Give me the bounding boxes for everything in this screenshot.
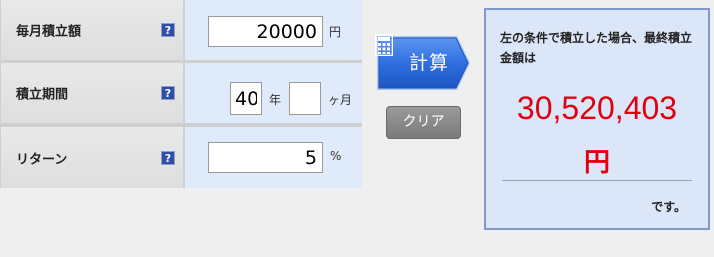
- period-years-input[interactable]: [230, 82, 262, 115]
- return-input[interactable]: [208, 142, 323, 173]
- return-unit: %: [330, 149, 342, 163]
- monthly-amount-row: 毎月積立額 ? 円: [0, 0, 362, 60]
- calculate-button-label: 計算: [409, 52, 450, 74]
- return-value-cell: %: [185, 127, 362, 188]
- result-divider: [502, 180, 692, 181]
- period-months-unit: ヶ月: [328, 93, 353, 107]
- return-label: リターン: [16, 152, 68, 167]
- help-icon[interactable]: ?: [161, 23, 175, 37]
- savings-form: 毎月積立額 ? 円 積立期間 ? 年 ヶ月 リターン ? %: [0, 0, 362, 188]
- monthly-amount-value-cell: 円: [185, 0, 362, 60]
- clear-button[interactable]: クリア: [386, 106, 461, 139]
- result-amount: 30,520,403: [516, 90, 678, 126]
- monthly-amount-label-cell: 毎月積立額 ?: [1, 0, 183, 60]
- calculate-button[interactable]: 計算: [375, 34, 472, 92]
- period-label-cell: 積立期間 ?: [1, 63, 183, 123]
- result-suffix: です。: [651, 200, 686, 214]
- help-icon[interactable]: ?: [161, 86, 175, 100]
- period-value-cell: 年 ヶ月: [185, 63, 362, 123]
- period-row: 積立期間 ? 年 ヶ月: [0, 63, 362, 123]
- help-icon[interactable]: ?: [161, 150, 175, 165]
- return-row: リターン ? %: [0, 127, 362, 188]
- monthly-amount-label: 毎月積立額: [16, 24, 82, 40]
- calculator-icon: [375, 34, 393, 56]
- monthly-amount-input[interactable]: [208, 16, 323, 47]
- result-currency: 円: [583, 148, 610, 178]
- return-label-cell: リターン ?: [1, 127, 183, 188]
- period-label: 積立期間: [16, 87, 69, 103]
- period-years-unit: 年: [269, 93, 282, 107]
- result-description: 左の条件で積立した場合、最終積立金額は: [500, 31, 693, 65]
- monthly-amount-unit: 円: [329, 25, 342, 39]
- clear-button-label: クリア: [402, 114, 445, 130]
- period-months-input[interactable]: [289, 82, 321, 115]
- result-panel: 左の条件で積立した場合、最終積立金額は 30,520,403 円 です。: [484, 8, 710, 230]
